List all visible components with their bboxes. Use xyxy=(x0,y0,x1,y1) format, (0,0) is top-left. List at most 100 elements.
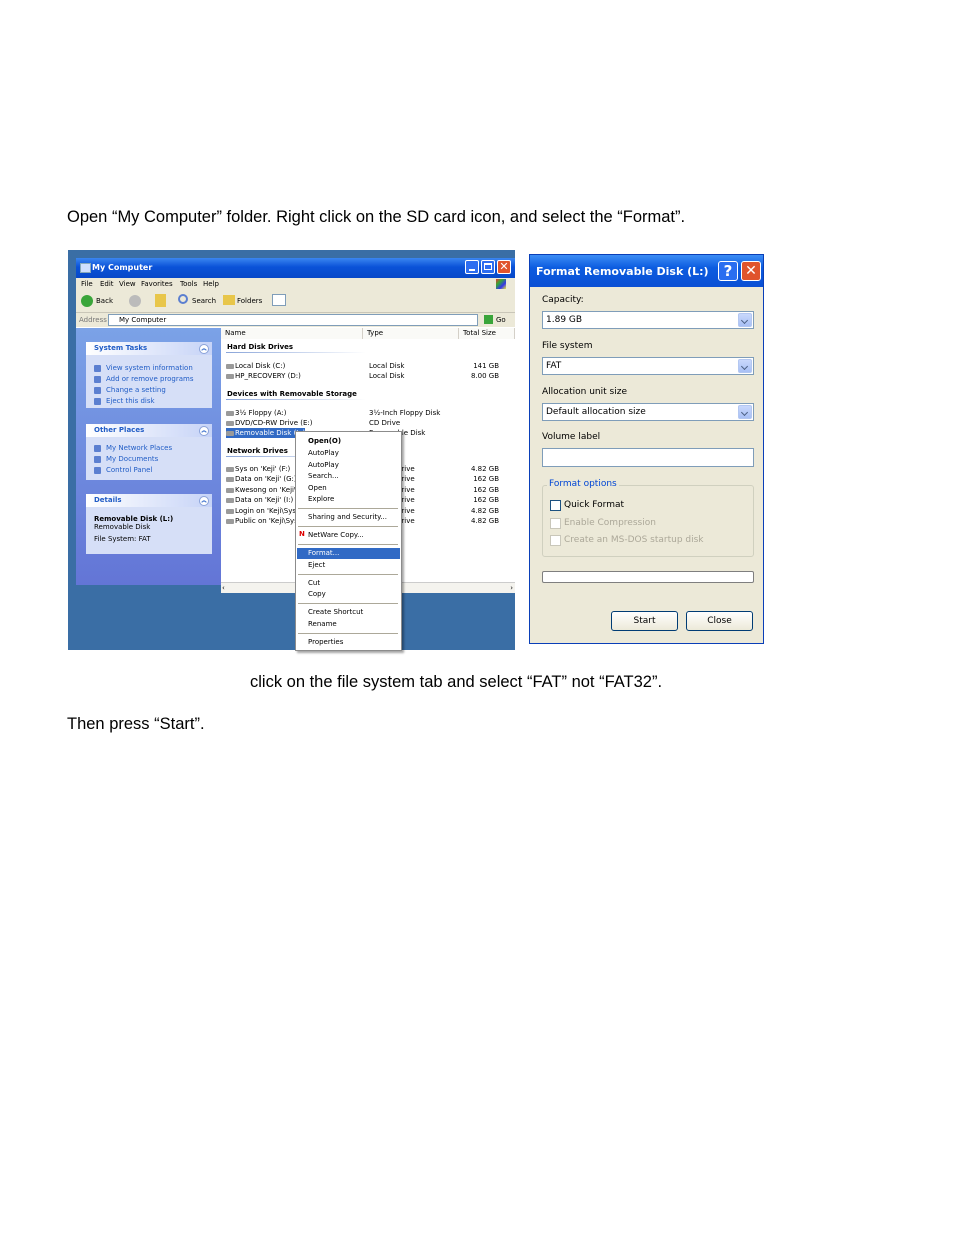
programs-icon xyxy=(94,375,101,383)
explorer-toolbar: Back Search Folders xyxy=(76,290,515,313)
go-arrow-icon[interactable] xyxy=(484,315,493,324)
capacity-value: 1.89 GB xyxy=(546,315,583,325)
help-icon[interactable]: ? xyxy=(718,261,738,281)
task-eject-disk[interactable]: Eject this disk xyxy=(86,396,212,407)
menu-item-create-shortcut[interactable]: Create Shortcut xyxy=(297,607,400,618)
minimize-icon[interactable] xyxy=(465,260,479,274)
scroll-right-icon[interactable]: › xyxy=(510,584,513,592)
task-add-remove-programs[interactable]: Add or remove programs xyxy=(86,374,212,385)
place-control-panel[interactable]: Control Panel xyxy=(86,465,212,476)
details-name: Removable Disk (L:) xyxy=(94,515,174,523)
allocation-unit-select[interactable]: Default allocation size xyxy=(542,403,754,421)
explorer-title-bar[interactable]: My Computer ✕ xyxy=(76,258,515,278)
start-button[interactable]: Start xyxy=(611,611,678,631)
collapse-icon[interactable]: ︽ xyxy=(199,426,209,436)
file-system-value: FAT xyxy=(546,361,562,371)
details-header[interactable]: Details ︽ xyxy=(86,494,212,507)
network-drive-icon xyxy=(226,518,234,524)
chevron-down-icon[interactable] xyxy=(738,405,752,419)
maximize-icon[interactable] xyxy=(481,260,495,274)
file-system-select[interactable]: FAT xyxy=(542,357,754,375)
format-progress-bar xyxy=(542,571,754,583)
menu-item-format[interactable]: Format... xyxy=(297,548,400,559)
go-button-label[interactable]: Go xyxy=(496,316,506,324)
group-divider xyxy=(226,399,366,400)
capacity-select[interactable]: 1.89 GB xyxy=(542,311,754,329)
up-folder-icon[interactable] xyxy=(155,294,166,307)
search-icon[interactable] xyxy=(178,294,188,304)
close-button[interactable]: Close xyxy=(686,611,753,631)
menu-file[interactable]: File xyxy=(81,280,93,288)
menu-item-netware-copy[interactable]: NetWare Copy... xyxy=(297,530,400,541)
task-change-setting[interactable]: Change a setting xyxy=(86,385,212,396)
format-dialog-title: Format Removable Disk (L:) xyxy=(536,265,709,278)
windows-logo-icon xyxy=(496,279,506,289)
address-field[interactable]: My Computer xyxy=(108,314,478,326)
menu-view[interactable]: View xyxy=(119,280,136,288)
forward-arrow-icon[interactable] xyxy=(129,295,141,307)
menu-item-copy[interactable]: Copy xyxy=(297,589,400,600)
volume-label-input[interactable] xyxy=(542,448,754,467)
search-button-label[interactable]: Search xyxy=(192,297,216,305)
explorer-task-pane: System Tasks ︽ View system information Ad… xyxy=(76,328,221,585)
enable-compression-checkbox[interactable] xyxy=(550,518,561,529)
removable-disk-icon xyxy=(226,430,234,436)
drive-row[interactable]: 3½ Floppy (A:) 3½-Inch Floppy Disk xyxy=(221,408,515,418)
menu-edit[interactable]: Edit xyxy=(100,280,114,288)
menu-item-autoplay[interactable]: AutoPlay xyxy=(297,448,400,459)
floppy-icon xyxy=(226,410,234,416)
place-my-documents[interactable]: My Documents xyxy=(86,454,212,465)
column-name[interactable]: Name xyxy=(221,328,363,339)
drive-row[interactable]: Local Disk (C:) Local Disk 141 GB xyxy=(221,361,515,371)
menu-item-sharing-security[interactable]: Sharing and Security... xyxy=(297,512,400,523)
instruction-paragraph-2: click on the file system tab and select … xyxy=(250,673,663,691)
collapse-icon[interactable]: ︽ xyxy=(199,344,209,354)
folders-icon[interactable] xyxy=(223,295,235,305)
menu-item-autoplay-2[interactable]: AutoPlay xyxy=(297,460,400,471)
system-tasks-header[interactable]: System Tasks ︽ xyxy=(86,342,212,355)
menu-item-cut[interactable]: Cut xyxy=(297,578,400,589)
drive-row[interactable]: DVD/CD-RW Drive (E:) CD Drive xyxy=(221,418,515,428)
back-button-label[interactable]: Back xyxy=(96,297,113,305)
close-icon[interactable]: ✕ xyxy=(497,260,511,274)
menu-separator xyxy=(298,544,398,545)
menu-item-properties[interactable]: Properties xyxy=(297,637,400,648)
column-type[interactable]: Type xyxy=(363,328,459,339)
folders-button-label[interactable]: Folders xyxy=(237,297,262,305)
close-icon[interactable]: ✕ xyxy=(741,261,761,281)
network-drive-icon xyxy=(226,466,234,472)
menu-separator xyxy=(298,508,398,509)
scroll-left-icon[interactable]: ‹ xyxy=(222,584,225,592)
other-places-header[interactable]: Other Places ︽ xyxy=(86,424,212,437)
format-dialog-title-bar[interactable]: Format Removable Disk (L:) ? ✕ xyxy=(530,255,763,287)
chevron-down-icon[interactable] xyxy=(738,359,752,373)
address-bar: Address My Computer Go xyxy=(76,313,515,327)
volume-label-label: Volume label xyxy=(542,432,601,442)
quick-format-checkbox[interactable] xyxy=(550,500,561,511)
place-network-places[interactable]: My Network Places xyxy=(86,443,212,454)
menu-item-eject[interactable]: Eject xyxy=(297,560,400,571)
quick-format-label[interactable]: Quick Format xyxy=(564,500,624,510)
menu-favorites[interactable]: Favorites xyxy=(141,280,173,288)
chevron-down-icon[interactable] xyxy=(738,313,752,327)
collapse-icon[interactable]: ︽ xyxy=(199,496,209,506)
address-value: My Computer xyxy=(119,316,167,324)
cd-drive-icon xyxy=(226,420,234,426)
views-icon[interactable] xyxy=(272,294,286,306)
menu-item-search[interactable]: Search... xyxy=(297,471,400,482)
group-removable-storage: Devices with Removable Storage xyxy=(227,390,357,398)
menu-item-explore[interactable]: Explore xyxy=(297,494,400,505)
msdos-startup-checkbox[interactable] xyxy=(550,535,561,546)
drive-row[interactable]: HP_RECOVERY (D:) Local Disk 8.00 GB xyxy=(221,371,515,381)
menu-item-open[interactable]: Open xyxy=(297,483,400,494)
control-panel-icon xyxy=(94,466,101,474)
menu-tools[interactable]: Tools xyxy=(180,280,197,288)
menu-help[interactable]: Help xyxy=(203,280,219,288)
menu-item-open-o[interactable]: Open(O) xyxy=(297,436,400,447)
back-arrow-icon[interactable] xyxy=(81,295,93,307)
control-panel-icon xyxy=(94,386,101,394)
task-view-system-info[interactable]: View system information xyxy=(86,363,212,374)
network-drive-icon xyxy=(226,487,234,493)
menu-item-rename[interactable]: Rename xyxy=(297,619,400,630)
column-total-size[interactable]: Total Size xyxy=(459,328,515,339)
